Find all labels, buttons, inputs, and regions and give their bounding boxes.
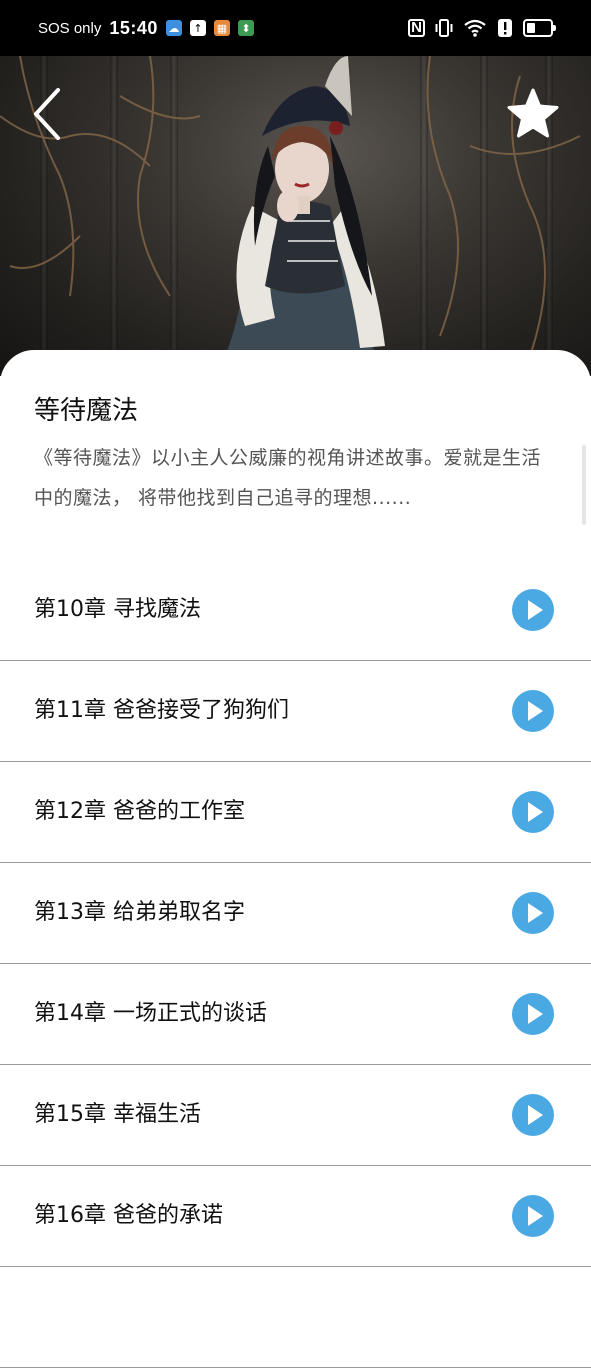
chapter-item[interactable]: 第13章 给弟弟取名字: [0, 863, 591, 964]
clock: 15:40: [109, 17, 158, 38]
chevron-left-icon: [34, 88, 60, 140]
play-icon[interactable]: [512, 892, 554, 934]
vibrate-icon: [435, 19, 453, 37]
battery-level: [527, 23, 535, 33]
nfc-icon: N: [408, 19, 425, 37]
chapter-title: 第12章 爸爸的工作室: [34, 799, 245, 824]
app-notification-icon-2: ▦: [213, 20, 230, 36]
carrier-text: SOS only: [38, 19, 102, 37]
upload-notification-icon: ↑: [189, 20, 206, 36]
play-icon[interactable]: [512, 589, 554, 631]
chapter-title: 第11章 爸爸接受了狗狗们: [34, 698, 289, 723]
chapter-item[interactable]: [0, 1267, 591, 1368]
favorite-button[interactable]: [504, 86, 562, 142]
chapter-item[interactable]: 第16章 爸爸的承诺: [0, 1166, 591, 1267]
play-icon[interactable]: [512, 993, 554, 1035]
wifi-icon: [464, 19, 486, 37]
chapter-title: 第10章 寻找魔法: [34, 597, 201, 622]
chapter-list: 第10章 寻找魔法第11章 爸爸接受了狗狗们 第12章 爸爸的工作室 第13章 给弟…: [0, 560, 591, 1368]
alert-icon: [498, 19, 512, 37]
chapter-item[interactable]: 第10章 寻找魔法: [0, 560, 591, 661]
star-icon: [507, 88, 559, 138]
play-icon[interactable]: [512, 1094, 554, 1136]
back-button[interactable]: [24, 86, 72, 142]
chapter-title: 第15章 幸福生活: [34, 1102, 201, 1127]
chapter-item[interactable]: 第14章 一场正式的谈话: [0, 964, 591, 1065]
chapter-title: 第14章 一场正式的谈话: [34, 1001, 267, 1026]
chapter-item[interactable]: 第15章 幸福生活: [0, 1065, 591, 1166]
battery-icon: [523, 19, 556, 37]
play-icon[interactable]: [512, 1195, 554, 1237]
book-description: 《等待魔法》以小主人公威廉的视角讲述故事。爱就是生活中的魔法， 将带他找到自己追…: [34, 447, 542, 509]
chapter-title: 第13章 给弟弟取名字: [34, 900, 245, 925]
chapter-item[interactable]: 第11章 爸爸接受了狗狗们: [0, 661, 591, 762]
book-detail-sheet: 等待魔法 《等待魔法》以小主人公威廉的视角讲述故事。爱就是生活中的魔法， 将带他…: [0, 350, 591, 1368]
description-scrollbar[interactable]: [582, 445, 586, 525]
chapter-item[interactable]: 第12章 爸爸的工作室: [0, 762, 591, 863]
play-icon[interactable]: [512, 791, 554, 833]
status-bar: SOS only 15:40 ☁ ↑ ▦ ⬍ N: [0, 0, 591, 56]
cover-illustration: [0, 56, 581, 376]
app-notification-icon-3: ⬍: [237, 20, 254, 36]
play-icon[interactable]: [512, 690, 554, 732]
app-notification-icon: ☁: [165, 20, 182, 36]
cover-image: [0, 56, 591, 376]
chapter-title: 第16章 爸爸的承诺: [34, 1203, 223, 1228]
book-title: 等待魔法: [34, 396, 139, 426]
